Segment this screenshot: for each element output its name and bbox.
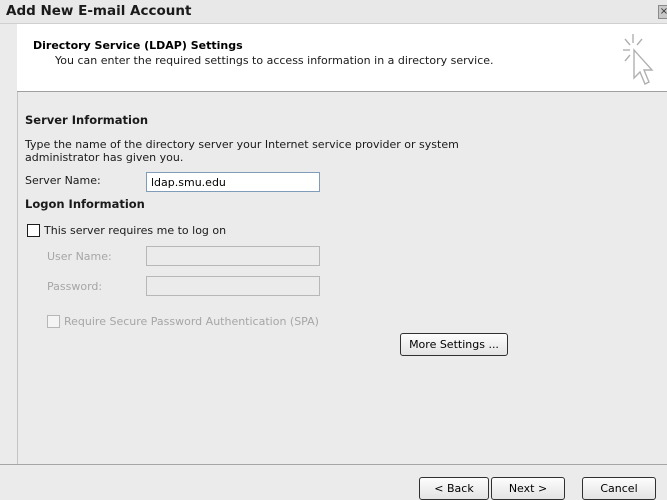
- title-bar: Add New E-mail Account ×: [0, 0, 667, 24]
- server-info-heading: Server Information: [25, 113, 149, 127]
- cancel-button[interactable]: Cancel: [582, 477, 656, 500]
- header-title: Directory Service (LDAP) Settings: [33, 39, 243, 52]
- server-name-input[interactable]: [146, 172, 320, 192]
- next-button[interactable]: Next >: [491, 477, 565, 500]
- password-label: Password:: [47, 280, 103, 293]
- dialog-title: Add New E-mail Account: [6, 3, 192, 19]
- requires-logon-checkbox[interactable]: [27, 224, 40, 237]
- left-divider: [17, 92, 18, 464]
- add-email-account-dialog: Add New E-mail Account × Directory Servi…: [0, 0, 667, 500]
- wizard-cursor-icon: [623, 34, 654, 85]
- spa-label: Require Secure Password Authentication (…: [64, 315, 319, 328]
- logon-info-heading: Logon Information: [25, 197, 145, 211]
- server-name-label: Server Name:: [25, 174, 101, 187]
- user-name-label: User Name:: [47, 250, 112, 263]
- close-icon[interactable]: ×: [658, 5, 667, 19]
- password-input[interactable]: [146, 276, 320, 296]
- requires-logon-label[interactable]: This server requires me to log on: [44, 224, 226, 237]
- more-settings-button[interactable]: More Settings ...: [400, 333, 508, 356]
- wizard-header: Directory Service (LDAP) Settings You ca…: [17, 24, 667, 92]
- user-name-input[interactable]: [146, 246, 320, 266]
- footer-separator: [0, 464, 667, 465]
- server-info-description: Type the name of the directory server yo…: [25, 138, 459, 164]
- header-subtitle: You can enter the required settings to a…: [55, 54, 494, 67]
- back-button[interactable]: < Back: [419, 477, 489, 500]
- spa-checkbox[interactable]: [47, 315, 60, 328]
